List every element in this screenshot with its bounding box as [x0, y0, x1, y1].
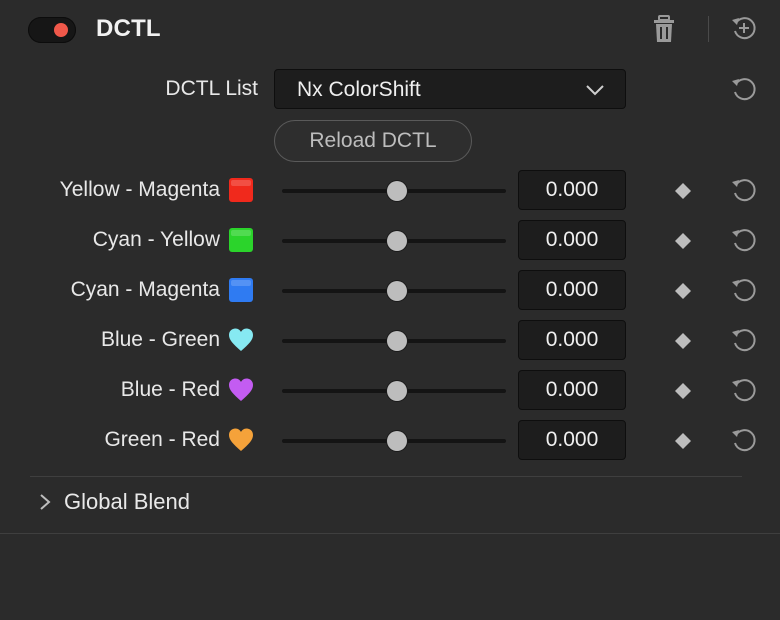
value-field[interactable]: 0.000 [518, 320, 626, 360]
purple-heart-icon [229, 378, 253, 401]
parameter-label: Green - Red [104, 428, 220, 451]
slider-thumb[interactable] [387, 231, 407, 251]
parameter-label: Cyan - Magenta [70, 278, 220, 301]
divider [0, 533, 780, 534]
value-field[interactable]: 0.000 [518, 420, 626, 460]
value-field[interactable]: 0.000 [518, 270, 626, 310]
keyframe-diamond-icon[interactable] [673, 431, 693, 451]
parameter-row: Cyan - Yellow 0.000 [0, 220, 780, 260]
dctl-list-label: DCTL List [165, 77, 258, 100]
slider-thumb[interactable] [387, 331, 407, 351]
parameter-row: Green - Red 0.000 [0, 420, 780, 460]
parameter-label: Yellow - Magenta [59, 178, 220, 201]
value-field[interactable]: 0.000 [518, 220, 626, 260]
reset-icon[interactable] [730, 426, 758, 454]
keyframe-diamond-icon[interactable] [673, 231, 693, 251]
add-reset-icon[interactable] [730, 14, 758, 42]
toggle-indicator [54, 23, 68, 37]
parameter-label: Blue - Green [100, 328, 220, 351]
dctl-list-value: Nx ColorShift [297, 78, 421, 101]
slider-thumb[interactable] [387, 281, 407, 301]
reload-dctl-button[interactable]: Reload DCTL [274, 120, 472, 162]
parameter-row: Blue - Red 0.000 [0, 370, 780, 410]
slider-thumb[interactable] [387, 181, 407, 201]
light-blue-heart-icon [229, 328, 253, 351]
parameter-label: Cyan - Yellow [92, 228, 220, 251]
parameter-row: Cyan - Magenta 0.000 [0, 270, 780, 310]
divider [30, 476, 742, 477]
parameter-row: Yellow - Magenta 0.000 [0, 170, 780, 210]
keyframe-diamond-icon[interactable] [673, 181, 693, 201]
global-blend-label[interactable]: Global Blend [64, 489, 190, 515]
chevron-right-icon[interactable] [38, 492, 52, 512]
slider-thumb[interactable] [387, 381, 407, 401]
panel-title: DCTL [96, 15, 161, 42]
trash-icon[interactable] [652, 14, 676, 44]
green-square-icon [229, 228, 253, 252]
chevron-down-icon [586, 85, 604, 96]
enable-toggle[interactable] [28, 17, 76, 43]
keyframe-diamond-icon[interactable] [673, 331, 693, 351]
parameter-row: Blue - Green 0.000 [0, 320, 780, 360]
orange-heart-icon [229, 428, 253, 451]
keyframe-diamond-icon[interactable] [673, 281, 693, 301]
red-square-icon [229, 178, 253, 202]
parameter-label: Blue - Red [120, 378, 220, 401]
dctl-list-dropdown[interactable]: Nx ColorShift [274, 69, 626, 109]
slider-thumb[interactable] [387, 431, 407, 451]
blue-square-icon [229, 278, 253, 302]
keyframe-diamond-icon[interactable] [673, 381, 693, 401]
reset-icon[interactable] [730, 176, 758, 204]
reset-icon[interactable] [730, 376, 758, 404]
header-divider [708, 16, 709, 42]
dctl-panel: DCTL DCTL List Nx ColorShift Reload DCTL… [0, 0, 780, 620]
panel-header: DCTL [0, 0, 780, 58]
reset-icon[interactable] [730, 326, 758, 354]
value-field[interactable]: 0.000 [518, 370, 626, 410]
dctl-list-reset-icon[interactable] [730, 75, 758, 103]
reset-icon[interactable] [730, 226, 758, 254]
reset-icon[interactable] [730, 276, 758, 304]
value-field[interactable]: 0.000 [518, 170, 626, 210]
